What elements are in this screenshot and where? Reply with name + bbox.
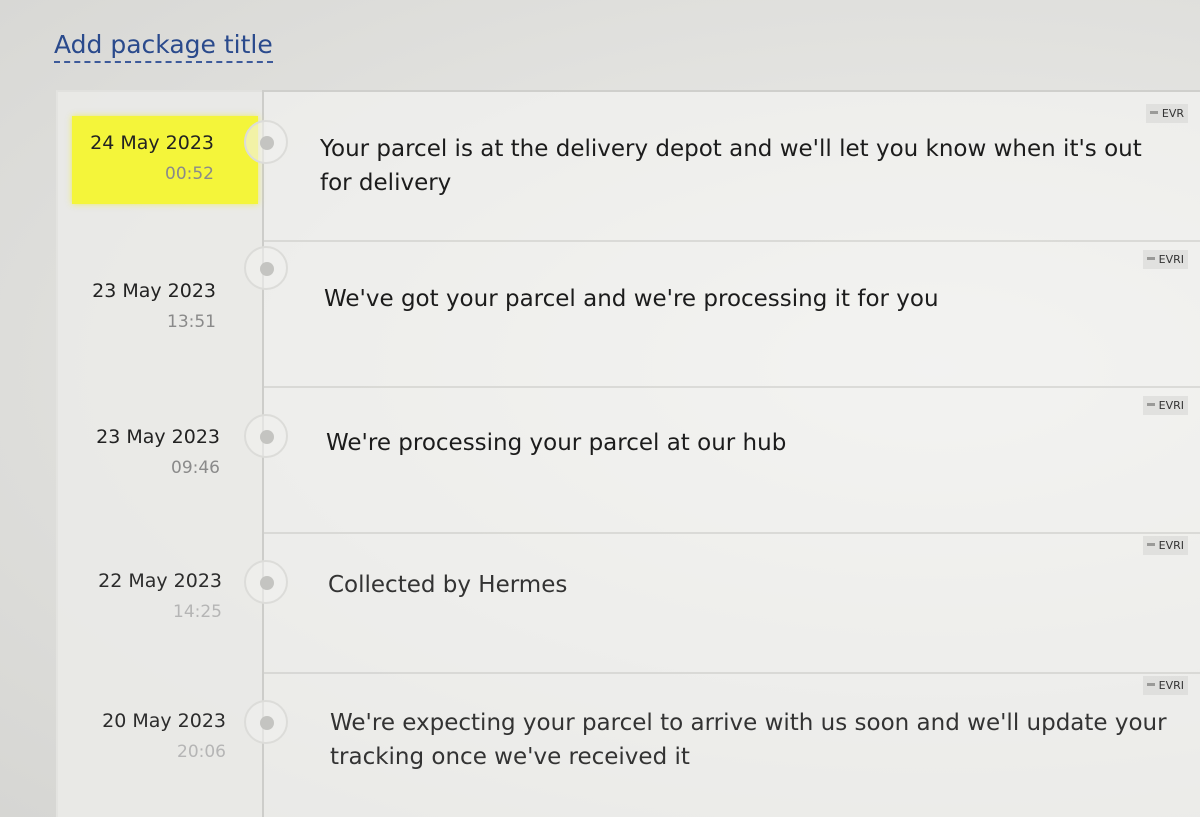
circle-dot-icon xyxy=(260,136,274,150)
event-description: Collected by Hermes xyxy=(328,572,568,598)
timeline-node xyxy=(244,560,288,604)
timeline-node xyxy=(244,700,288,744)
event-date: 23 May 2023 xyxy=(96,426,220,448)
carrier-logo-icon xyxy=(1146,403,1155,406)
carrier-name: EVRI xyxy=(1158,539,1184,552)
carrier-name: EVRI xyxy=(1158,399,1184,412)
carrier-name: EVRI xyxy=(1158,679,1184,692)
event-time: 09:46 xyxy=(171,458,220,478)
carrier-logo-icon xyxy=(1146,543,1155,546)
carrier-logo-icon xyxy=(1146,683,1155,686)
carrier-badge: EVRI xyxy=(1142,536,1188,555)
carrier-name: EVR xyxy=(1161,107,1184,120)
event-date-box: 22 May 2023 14:25 xyxy=(72,554,258,642)
event-divider xyxy=(264,532,1200,534)
carrier-badge: EVRI xyxy=(1142,676,1188,695)
event-divider xyxy=(264,240,1200,242)
carrier-badge: EVRI xyxy=(1142,396,1188,415)
event-date: 24 May 2023 xyxy=(90,132,214,154)
timeline-node xyxy=(244,246,288,290)
event-description: We've got your parcel and we're processi… xyxy=(324,286,939,312)
tracking-page: Add package title EVR 24 May 2023 00:52 … xyxy=(0,0,1200,817)
add-package-title-link[interactable]: Add package title xyxy=(54,30,273,63)
event-time: 13:51 xyxy=(167,312,216,332)
circle-dot-icon xyxy=(260,716,274,730)
event-description: Your parcel is at the delivery depot and… xyxy=(320,136,1142,196)
event-date: 23 May 2023 xyxy=(92,280,216,302)
event-date-box: 20 May 2023 20:06 xyxy=(72,694,258,782)
event-divider xyxy=(264,386,1200,388)
carrier-logo-icon xyxy=(1149,111,1158,114)
circle-dot-icon xyxy=(260,262,274,276)
event-date-box: 24 May 2023 00:52 xyxy=(72,116,258,204)
event-time: 20:06 xyxy=(177,742,226,762)
circle-dot-icon xyxy=(260,430,274,444)
carrier-name: EVRI xyxy=(1158,253,1184,266)
circle-dot-icon xyxy=(260,576,274,590)
carrier-badge: EVR xyxy=(1145,104,1188,123)
event-description: We're expecting your parcel to arrive wi… xyxy=(330,710,1167,770)
timeline-node xyxy=(244,120,288,164)
event-date-box: 23 May 2023 13:51 xyxy=(72,264,258,352)
event-date: 22 May 2023 xyxy=(98,570,222,592)
event-date: 20 May 2023 xyxy=(102,710,226,732)
event-divider xyxy=(264,672,1200,674)
event-time: 00:52 xyxy=(165,164,214,184)
timeline-node xyxy=(244,414,288,458)
event-time: 14:25 xyxy=(173,602,222,622)
carrier-logo-icon xyxy=(1146,257,1155,260)
carrier-badge: EVRI xyxy=(1142,250,1188,269)
event-description: We're processing your parcel at our hub xyxy=(326,430,787,456)
event-date-box: 23 May 2023 09:46 xyxy=(72,410,258,498)
